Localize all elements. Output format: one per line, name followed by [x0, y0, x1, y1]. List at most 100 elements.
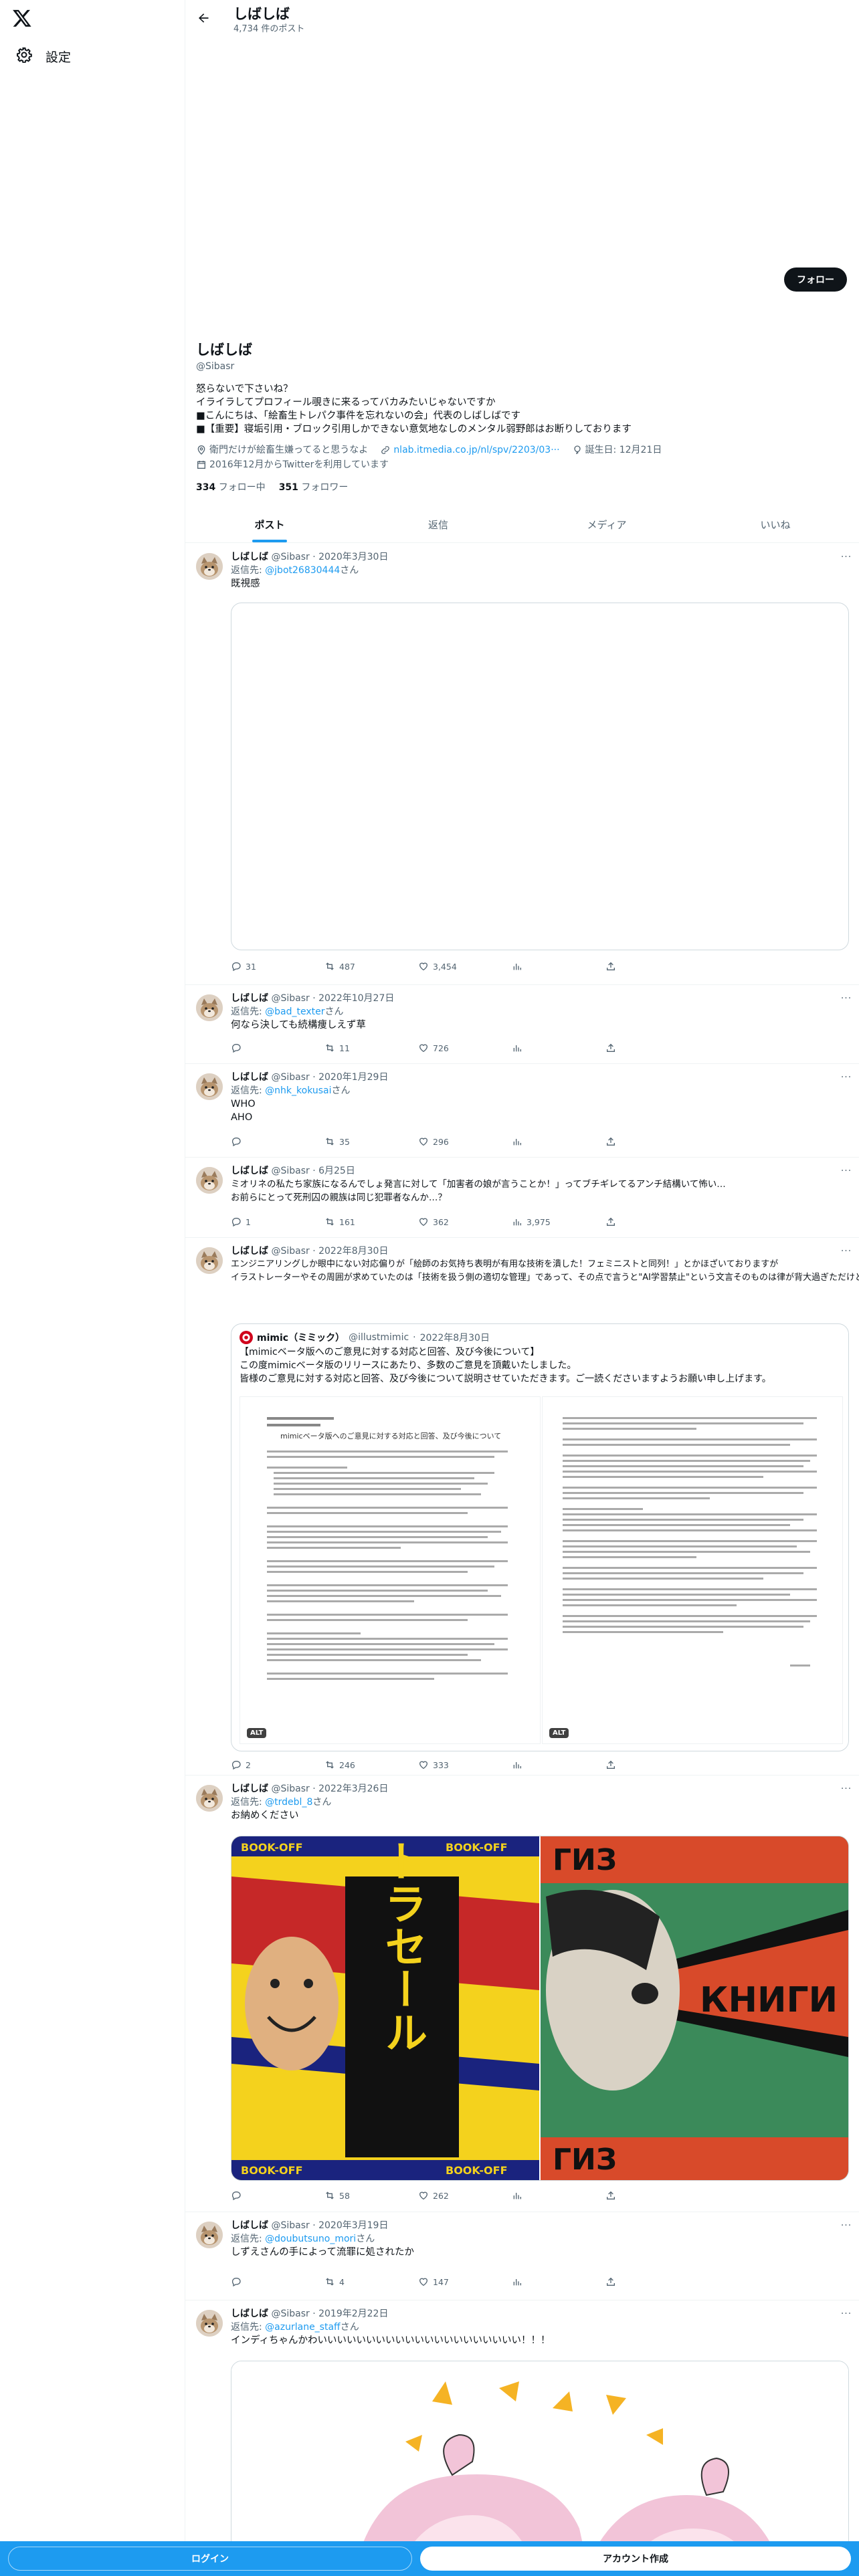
- tweet[interactable]: ··· しばしば @Sibasr · 6月25日 ミオリネの私たち家族になるんで…: [185, 1158, 859, 1238]
- share-button[interactable]: [605, 2190, 616, 2201]
- followers-link[interactable]: 351 フォロワー: [279, 480, 349, 494]
- profile-joined: 2016年12月からTwitterを利用しています: [196, 457, 389, 472]
- alt-badge[interactable]: ALT: [549, 1728, 569, 1738]
- tweet-body: しばしば @Sibasr · 2022年10月27日 返信先: @bad_tex…: [231, 992, 849, 1032]
- bio-line: ■【重要】寝垢引用・ブロック引用しかできない意気地なしのメンタル弱野郎はお断りし…: [196, 424, 632, 435]
- tab-media[interactable]: メディア: [522, 507, 691, 542]
- tweet[interactable]: ··· しばしば @Sibasr · 2022年3月26日 返信先: @trde…: [185, 1776, 859, 2212]
- reply-button[interactable]: [231, 2276, 246, 2287]
- reply-button[interactable]: [231, 2190, 246, 2201]
- share-button[interactable]: [605, 1216, 616, 1227]
- tweet-actions: 11 726: [231, 1043, 632, 1056]
- document-image[interactable]: ALT: [542, 1396, 843, 1744]
- share-button[interactable]: [605, 1043, 616, 1053]
- tweet-header: しばしば @Sibasr · 2022年8月30日: [231, 1246, 389, 1257]
- retweet-button[interactable]: 11: [324, 1043, 350, 1053]
- views-button[interactable]: [512, 1136, 527, 1147]
- share-icon: [607, 1137, 615, 1146]
- link-icon: [381, 446, 390, 454]
- tweet-header: しばしば @Sibasr · 2020年3月19日: [231, 2220, 389, 2231]
- tweet-image[interactable]: BOOK-OFF BOOK-OFF BOOK-OFF BOOK-OFF ウルトラ…: [231, 1836, 849, 2181]
- tweet[interactable]: ··· しばしば @Sibasr · 2019年2月22日 返信先: @azur…: [185, 2300, 859, 2576]
- follow-button[interactable]: フォロー: [784, 267, 847, 292]
- tweet-header: しばしば @Sibasr · 6月25日: [231, 1166, 355, 1176]
- x-logo-icon[interactable]: [12, 8, 33, 29]
- like-button[interactable]: 147: [418, 2276, 449, 2287]
- reply-button[interactable]: 2: [231, 1759, 251, 1770]
- views-button[interactable]: [512, 2190, 527, 2201]
- document-image[interactable]: mimicベータ版へのご意見に対する対応と回答、及び今後について ALT: [240, 1396, 541, 1744]
- tab-posts[interactable]: ポスト: [185, 507, 354, 542]
- tweet[interactable]: ··· しばしば @Sibasr · 2022年8月30日 エンジニアリングしか…: [185, 1238, 859, 1776]
- tweet-actions: 1 161 362 3,975: [231, 1216, 632, 1230]
- poster-left-bottom: BOOK-OFF: [241, 2164, 303, 2177]
- like-button[interactable]: 262: [418, 2190, 449, 2201]
- tab-replies[interactable]: 返信: [354, 507, 522, 542]
- avatar[interactable]: [196, 2222, 223, 2248]
- tweet-reply-to: 返信先: @jbot26830444さん: [231, 565, 359, 576]
- back-button[interactable]: [193, 8, 213, 28]
- share-button[interactable]: [605, 1136, 616, 1147]
- reply-button[interactable]: 31: [231, 961, 256, 972]
- like-button[interactable]: 726: [418, 1043, 449, 1053]
- poster-right-text: КНИГИ: [700, 1980, 838, 2020]
- views-button[interactable]: [512, 2276, 527, 2287]
- like-button[interactable]: 3,454: [418, 961, 457, 972]
- reply-icon: [231, 1044, 241, 1053]
- heart-icon: [419, 962, 428, 971]
- reply-button[interactable]: [231, 1136, 246, 1147]
- like-button[interactable]: 333: [418, 1759, 449, 1770]
- signup-button[interactable]: アカウント作成: [420, 2547, 851, 2571]
- views-button[interactable]: 3,975: [512, 1216, 551, 1227]
- share-button[interactable]: [605, 1759, 616, 1770]
- calendar-icon: [197, 461, 205, 469]
- nav-settings[interactable]: 設定: [11, 41, 76, 71]
- avatar[interactable]: [196, 1073, 223, 1100]
- document-text-lines: [563, 1417, 817, 1667]
- tweet-image[interactable]: [231, 603, 849, 950]
- tab-likes[interactable]: いいね: [691, 507, 859, 542]
- avatar[interactable]: [196, 553, 223, 580]
- avatar[interactable]: [196, 1167, 223, 1194]
- heart-icon: [419, 2191, 428, 2200]
- profile-bio: 怒らないで下さいね？ イライラしてプロフィール覗きに来るってバカみたいじゃないで…: [196, 383, 849, 436]
- like-button[interactable]: 362: [418, 1216, 449, 1227]
- alt-badge[interactable]: ALT: [247, 1728, 267, 1738]
- quote-tweet[interactable]: mimic（ミミック） @illustmimic · 2022年8月30日 【m…: [231, 1323, 849, 1751]
- retweet-button[interactable]: 246: [324, 1759, 355, 1770]
- views-button[interactable]: [512, 1759, 527, 1770]
- avatar[interactable]: [196, 1785, 223, 1812]
- login-prompt-bar: ログイン アカウント作成: [0, 2541, 859, 2576]
- bar-chart-icon: [513, 964, 521, 970]
- reply-button[interactable]: 1: [231, 1216, 251, 1227]
- views-button[interactable]: [512, 961, 527, 972]
- share-button[interactable]: [605, 961, 616, 972]
- login-button[interactable]: ログイン: [8, 2547, 412, 2571]
- avatar[interactable]: [196, 994, 223, 1021]
- share-button[interactable]: [605, 2276, 616, 2287]
- profile-link[interactable]: nlab.itmedia.co.jp/nl/spv/2203/03···: [380, 443, 560, 457]
- avatar[interactable]: [196, 1247, 223, 1274]
- tweet-body: しばしば @Sibasr · 2019年2月22日 返信先: @azurlane…: [231, 2307, 849, 2347]
- tweet[interactable]: ··· しばしば @Sibasr · 2020年1月29日 返信先: @nhk_…: [185, 1064, 859, 1158]
- views-button[interactable]: [512, 1043, 527, 1053]
- retweet-button[interactable]: 487: [324, 961, 355, 972]
- retweet-icon: [326, 1138, 334, 1146]
- tweet-body: しばしば @Sibasr · 2020年3月19日 返信先: @doubutsu…: [231, 2219, 849, 2259]
- profile-topbar: しばしば 4,734 件のポスト: [185, 0, 859, 36]
- tweet[interactable]: ··· しばしば @Sibasr · 2022年10月27日 返信先: @bad…: [185, 985, 859, 1064]
- retweet-button[interactable]: 161: [324, 1216, 355, 1227]
- retweet-button[interactable]: 58: [324, 2190, 350, 2201]
- retweet-button[interactable]: 4: [324, 2276, 345, 2287]
- tweet-actions: 31 487 3,454: [231, 961, 632, 974]
- document-text-lines: mimicベータ版へのご意見に対する対応と回答、及び今後について: [267, 1417, 508, 1680]
- tweet[interactable]: ··· しばしば @Sibasr · 2020年3月30日 返信先: @jbot…: [185, 544, 859, 985]
- reply-button[interactable]: [231, 1043, 246, 1053]
- tweet-text: WHO AHO: [231, 1099, 256, 1123]
- tweet[interactable]: ··· しばしば @Sibasr · 2020年3月19日 返信先: @doub…: [185, 2212, 859, 2300]
- following-link[interactable]: 334 フォロー中: [196, 480, 266, 494]
- avatar[interactable]: [196, 2310, 223, 2337]
- like-button[interactable]: 296: [418, 1136, 449, 1147]
- retweet-icon: [326, 1218, 334, 1226]
- retweet-button[interactable]: 35: [324, 1136, 350, 1147]
